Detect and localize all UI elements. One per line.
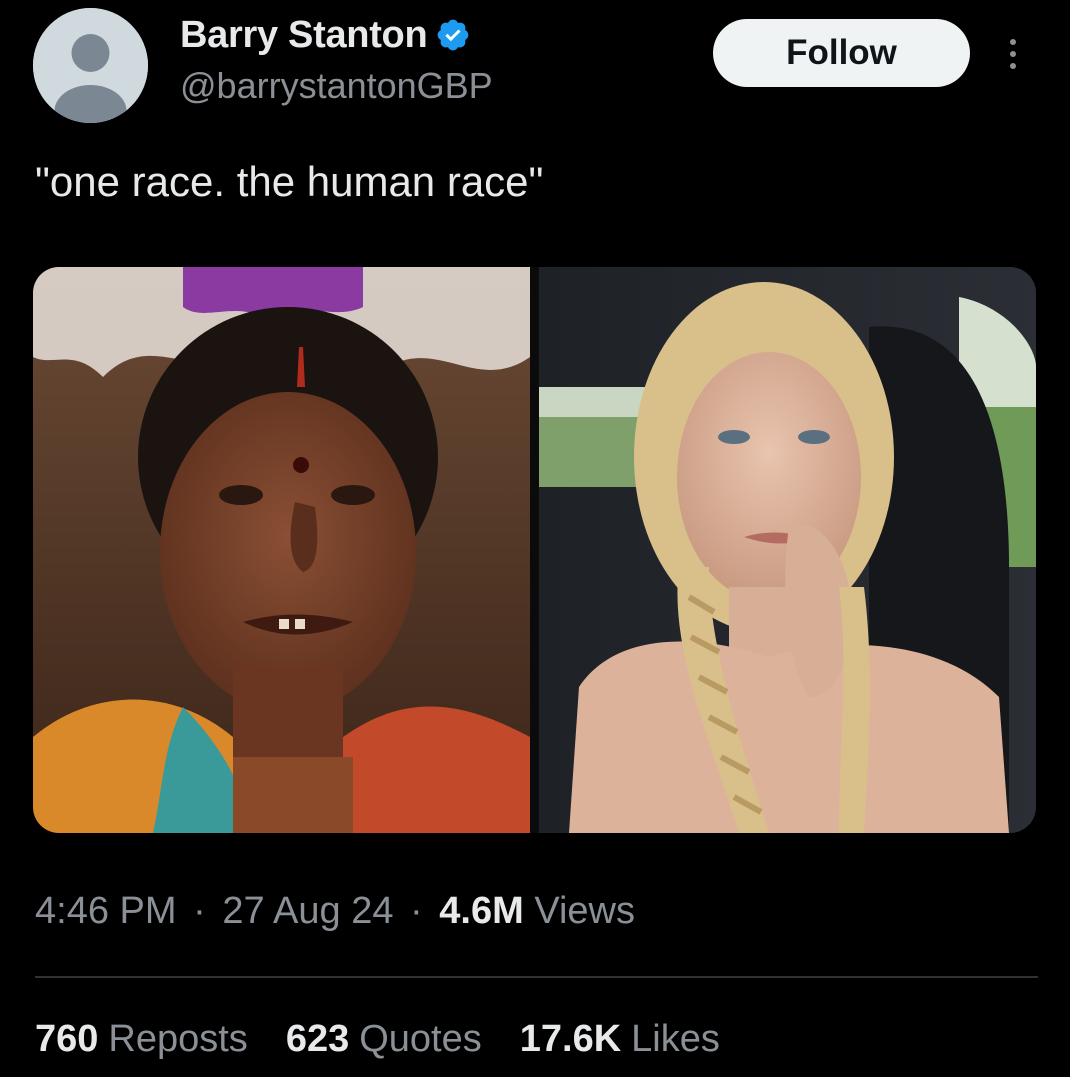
meta-separator: ·	[193, 890, 206, 932]
tweet-time[interactable]: 4:46 PM	[35, 890, 177, 932]
likes-count: 17.6K	[519, 1018, 622, 1060]
likes-stat[interactable]: 17.6K Likes	[520, 1018, 720, 1061]
tweet-date[interactable]: 27 Aug 24	[222, 890, 393, 932]
more-options-icon[interactable]	[1002, 34, 1024, 74]
engagement-stats: 760 Reposts 623 Quotes 17.6K Likes	[35, 1018, 758, 1061]
author-name-row: Barry Stanton	[180, 12, 471, 58]
reposts-count: 760	[35, 1018, 99, 1060]
follow-button[interactable]: Follow	[713, 19, 970, 87]
portrait-photo-icon	[539, 267, 1036, 833]
divider	[35, 976, 1038, 978]
quotes-count: 623	[285, 1018, 350, 1060]
verified-badge-icon[interactable]	[435, 17, 471, 53]
likes-label: Likes	[631, 1018, 720, 1060]
default-avatar-icon	[33, 8, 148, 123]
quotes-label: Quotes	[359, 1018, 482, 1060]
tweet-media	[33, 267, 1036, 833]
tweet-header: Barry Stanton @barrystantonGBP Follow	[0, 0, 1070, 130]
quotes-stat[interactable]: 623 Quotes	[286, 1018, 482, 1061]
reposts-label: Reposts	[108, 1018, 248, 1060]
portrait-photo-icon	[33, 267, 530, 833]
tweet-text: "one race. the human race"	[35, 158, 544, 205]
reposts-stat[interactable]: 760 Reposts	[35, 1018, 248, 1061]
photo-left[interactable]	[33, 267, 530, 833]
author-handle[interactable]: @barrystantonGBP	[180, 65, 493, 107]
display-name[interactable]: Barry Stanton	[180, 14, 428, 57]
views-label: Views	[534, 890, 635, 932]
tweet-meta: 4:46 PM · 27 Aug 24 · 4.6M Views	[35, 890, 635, 933]
meta-separator: ·	[410, 890, 423, 932]
avatar[interactable]	[33, 8, 148, 123]
views-count: 4.6M	[439, 890, 524, 932]
photo-right[interactable]	[539, 267, 1036, 833]
